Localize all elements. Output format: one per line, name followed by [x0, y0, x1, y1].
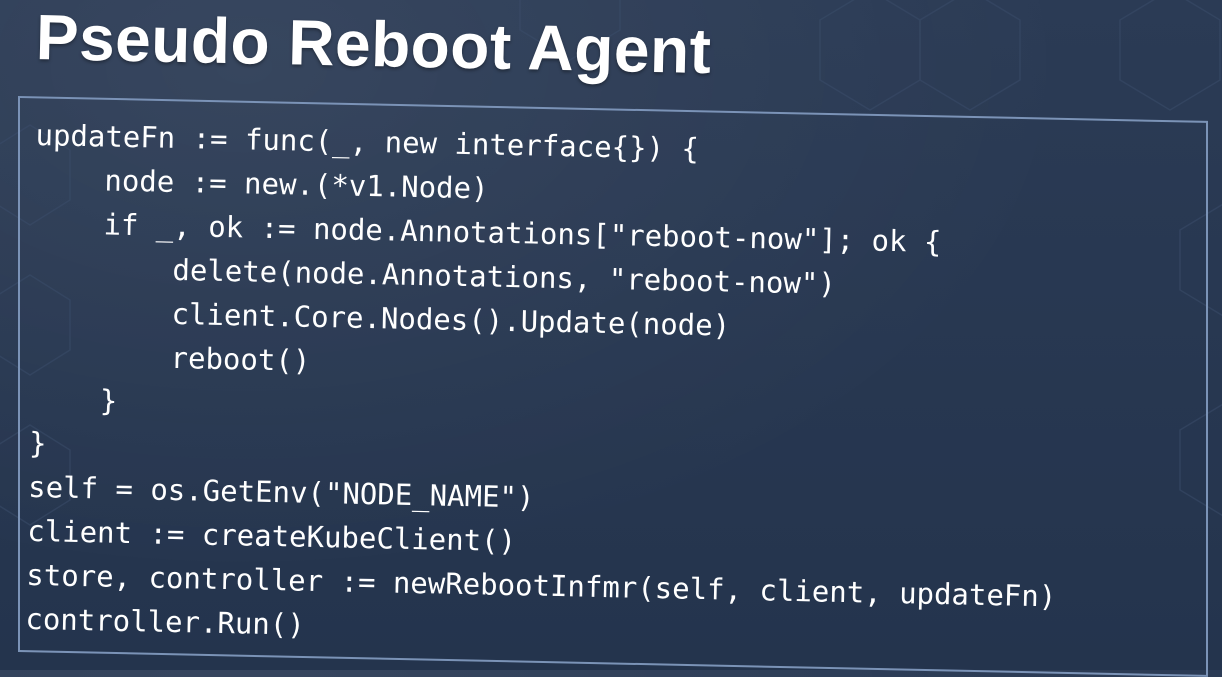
- code-block: updateFn := func(_, new interface{}) { n…: [25, 115, 1057, 642]
- code-line: controller.Run(): [25, 601, 306, 642]
- code-line: }: [29, 381, 118, 418]
- code-line: }: [28, 425, 47, 461]
- slide-title: Pseudo Reboot Agent: [35, 1, 713, 88]
- code-line: reboot(): [30, 337, 311, 378]
